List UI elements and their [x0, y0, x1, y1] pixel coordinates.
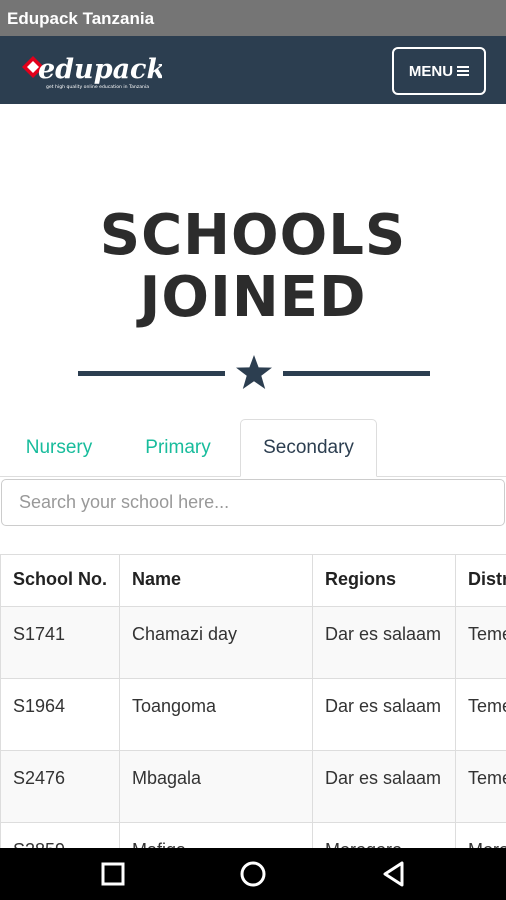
tab-nursery[interactable]: Nursery	[0, 419, 118, 477]
menu-button[interactable]: MENU	[392, 47, 486, 95]
triangle-back-icon[interactable]	[380, 860, 408, 888]
schools-table: School No. Name Regions District S1741 C…	[0, 554, 506, 848]
cell-region: Dar es salaam	[312, 606, 456, 679]
table-row[interactable]: S2859 Mafiga Morogoro Morogoro	[0, 822, 506, 848]
circle-icon[interactable]	[239, 860, 267, 888]
cell-district: Morogoro	[455, 822, 506, 848]
column-header-regions[interactable]: Regions	[312, 554, 456, 607]
table-row[interactable]: S2476 Mbagala Dar es salaam Temeke	[0, 750, 506, 823]
page-title-line-1: SCHOOLS	[99, 203, 407, 268]
logo-graphic: edupack get high quality online educatio…	[22, 54, 165, 90]
edupack-logo[interactable]: edupack get high quality online educatio…	[20, 54, 165, 92]
tab-secondary[interactable]: Secondary	[240, 419, 377, 477]
tab-primary[interactable]: Primary	[118, 419, 238, 477]
page-title: SCHOOLS JOINED	[0, 205, 506, 329]
menu-label: MENU	[408, 62, 454, 80]
page-title-line-2: JOINED	[139, 265, 367, 330]
cell-district: Temeke	[455, 678, 506, 751]
app-title-bar: Edupack Tanzania	[0, 0, 506, 36]
cell-name: Mbagala	[119, 750, 313, 823]
cell-region: Dar es salaam	[312, 750, 456, 823]
cell-name: Chamazi day	[119, 606, 313, 679]
cell-district: Temeke	[455, 606, 506, 679]
svg-text:edupack: edupack	[38, 54, 162, 85]
table-row[interactable]: S1741 Chamazi day Dar es salaam Temeke	[0, 606, 506, 679]
schools-table-container[interactable]: School No. Name Regions District S1741 C…	[0, 554, 506, 848]
star-icon	[236, 355, 272, 389]
table-header-row: School No. Name Regions District	[0, 554, 506, 607]
cell-name: Toangoma	[119, 678, 313, 751]
cell-school-no: S2859	[0, 822, 120, 848]
site-header: edupack get high quality online educatio…	[0, 36, 506, 104]
school-search-input[interactable]	[1, 479, 505, 526]
cell-school-no: S2476	[0, 750, 120, 823]
column-header-name[interactable]: Name	[119, 554, 313, 607]
school-level-tabs: Nursery Primary Secondary	[0, 419, 506, 477]
svg-text:get high quality online educat: get high quality online education in Tan…	[46, 84, 149, 90]
cell-district: Temeke	[455, 750, 506, 823]
divider-line-right	[283, 371, 430, 376]
app-title: Edupack Tanzania	[7, 9, 155, 28]
android-navigation-bar	[0, 848, 506, 900]
square-icon[interactable]	[99, 860, 127, 888]
divider-line-left	[78, 371, 225, 376]
cell-school-no: S1964	[0, 678, 120, 751]
cell-region: Dar es salaam	[312, 678, 456, 751]
hamburger-icon	[457, 66, 470, 76]
cell-school-no: S1741	[0, 606, 120, 679]
column-header-school-no[interactable]: School No.	[0, 554, 120, 607]
table-row[interactable]: S1964 Toangoma Dar es salaam Temeke	[0, 678, 506, 751]
cell-region: Morogoro	[312, 822, 456, 848]
column-header-district[interactable]: District	[455, 554, 506, 607]
cell-name: Mafiga	[119, 822, 313, 848]
